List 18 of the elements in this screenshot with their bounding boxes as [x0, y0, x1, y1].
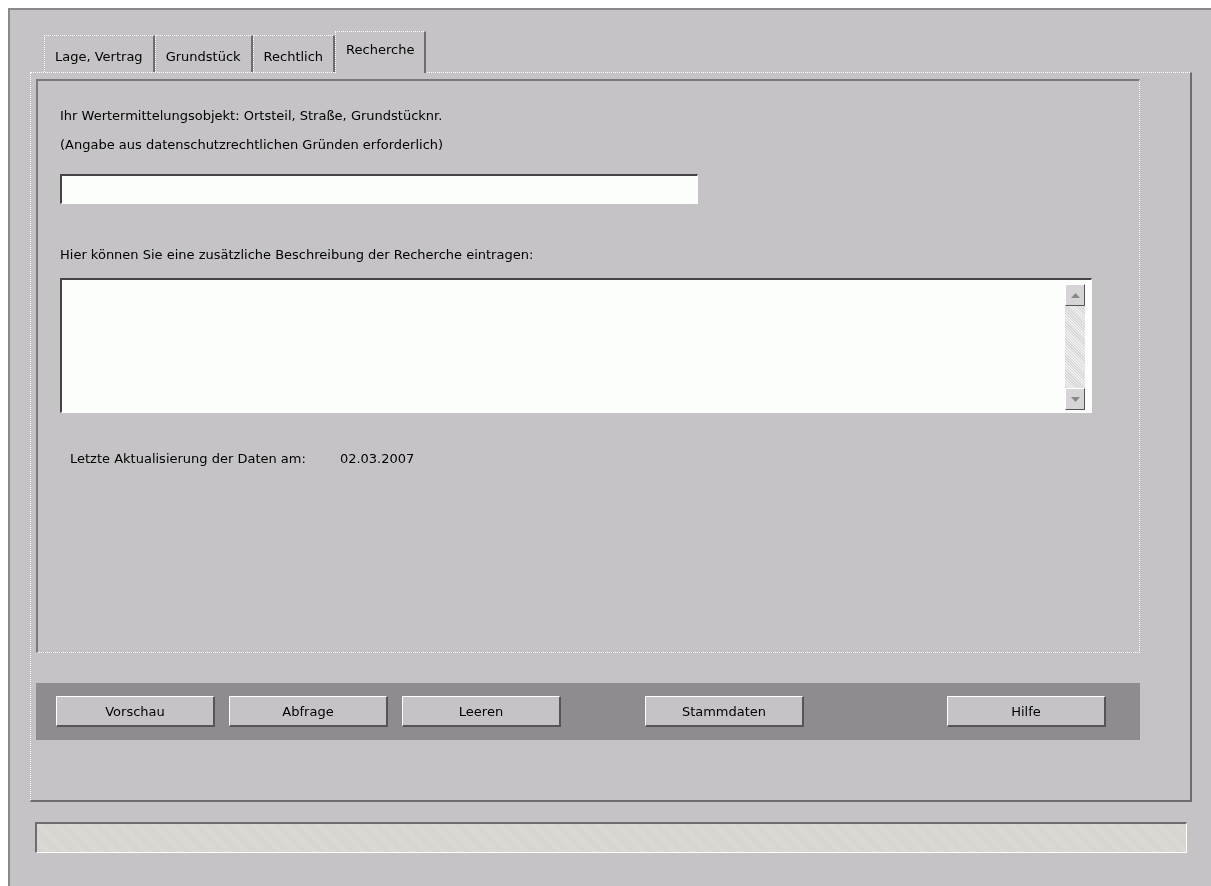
tab[interactable]: Recherche	[335, 31, 427, 73]
action-button[interactable]: Hilfe	[947, 696, 1106, 727]
description-label: Hier können Sie eine zusätzliche Beschreibung der Recherche eintragen:	[60, 246, 535, 263]
update-date: 02.03.2007	[339, 450, 415, 467]
tab[interactable]: Grundstück	[154, 35, 253, 72]
object-label: Ihr Wertermittelungsobjekt: Ortsteil, Straße, Grundstücknr.	[60, 107, 444, 124]
action-button[interactable]: Vorschau	[56, 696, 215, 727]
scroll-down-icon	[1070, 396, 1080, 402]
input-field[interactable]	[60, 174, 698, 204]
action-button[interactable]: Abfrage	[229, 696, 388, 727]
tab[interactable]: Lage, Vertrag	[44, 35, 155, 72]
action-button[interactable]: Stammdaten	[645, 696, 804, 727]
scroll-up-icon	[1070, 292, 1080, 298]
action-button[interactable]: Leeren	[402, 696, 561, 727]
object-hint: (Angabe aus datenschutzrechtlichen Gründen erforderlich)	[60, 136, 445, 153]
scrollbar[interactable]	[1065, 284, 1085, 410]
tab[interactable]: Rechtlich	[252, 35, 336, 72]
update-label: Letzte Aktualisierung der Daten am:	[70, 450, 306, 467]
